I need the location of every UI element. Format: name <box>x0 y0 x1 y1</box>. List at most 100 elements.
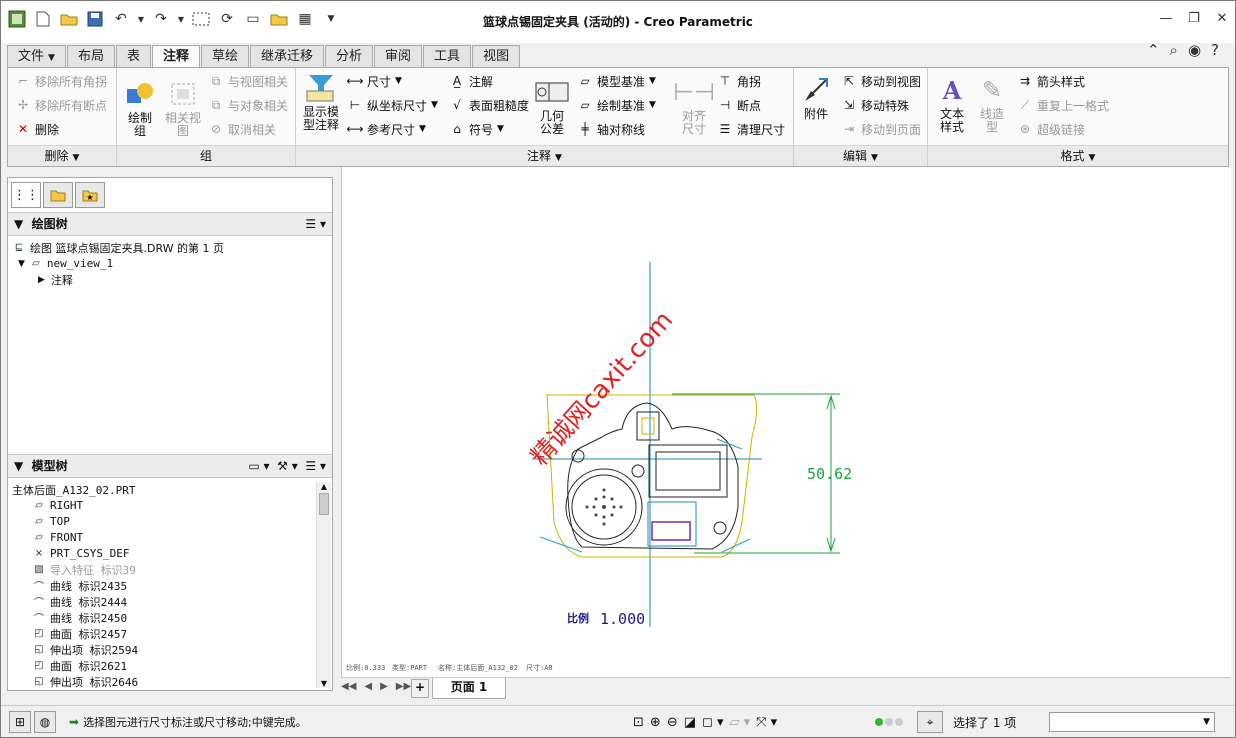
gtol-button[interactable]: 几何 公差 <box>532 76 572 136</box>
tab-tools[interactable]: 工具 <box>423 45 472 67</box>
group-edit-footer[interactable]: 编辑 ▼ <box>794 145 928 166</box>
refit-icon[interactable]: ⊡ <box>633 715 644 730</box>
help-icon[interactable]: ? <box>1211 41 1219 59</box>
tab-analysis[interactable]: 分析 <box>325 45 374 67</box>
model-tree-item[interactable]: ◰ 曲面 标识2457 <box>32 626 127 641</box>
group-delete-footer[interactable]: 删除 ▼ <box>8 145 117 166</box>
attach-button[interactable]: 附件 <box>798 74 834 121</box>
model-datum-button[interactable]: ▱ 模型基准 ▼ <box>576 70 656 92</box>
group-format-footer[interactable]: 格式 ▼ <box>928 145 1228 166</box>
annotation-display-icon[interactable]: ⤧ ▾ <box>756 715 777 730</box>
minimize-icon[interactable]: — <box>1159 11 1173 26</box>
dimension-button[interactable]: ⟷ 尺寸 ▼ <box>346 70 402 92</box>
zoom-out-icon[interactable]: ⊖ <box>667 715 678 730</box>
folder-browser-tab-icon[interactable] <box>43 182 73 208</box>
model-tree-item[interactable]: ▱ TOP <box>32 514 70 529</box>
model-tree-item[interactable]: ◰ 曲面 标识2621 <box>32 658 127 673</box>
selection-filter-button[interactable]: ⌖ <box>917 710 946 734</box>
model-tree-item[interactable]: ▱ FRONT <box>32 530 83 545</box>
annotation-item[interactable]: ▶ 注释 <box>38 272 73 287</box>
model-tree-tab-icon[interactable]: ⋮⋮ <box>11 182 41 208</box>
tree-settings-icon[interactable]: ☰ ▾ <box>305 213 326 235</box>
tab-annotate[interactable]: 注释 <box>151 45 200 68</box>
delete-button[interactable]: ✕ 删除 <box>14 118 59 140</box>
model-tree-item[interactable]: 主体后面_A132_02.PRT <box>12 482 135 497</box>
move-special-button[interactable]: ⇲ 移动特殊 <box>840 94 909 116</box>
last-page-icon[interactable]: ▶▶ <box>396 681 411 692</box>
next-page-icon[interactable]: ▶ <box>380 681 388 692</box>
tab-sketch[interactable]: 草绘 <box>200 45 249 67</box>
model-tree-item[interactable]: ▧ 导入特征 标识39 <box>32 562 136 577</box>
drawing-tree-header[interactable]: ▼ 绘图树 ☰ ▾ <box>8 212 332 236</box>
hyperlink-button[interactable]: ⊛ 超级链接 <box>1016 118 1085 140</box>
model-tree-item[interactable]: ▱ RIGHT <box>32 498 83 513</box>
close-icon[interactable]: ✕ <box>1215 11 1229 26</box>
model-tree-item[interactable]: ◱ 伸出项 标识2594 <box>32 642 138 657</box>
expand-icon[interactable]: ▶ <box>38 275 45 285</box>
model-tree-item[interactable]: ⌒ 曲线 标识2435 <box>32 578 127 594</box>
axis-symmetry-button[interactable]: ╪ 轴对称线 <box>576 118 645 140</box>
tab-view[interactable]: 视图 <box>472 45 521 67</box>
collapse-icon[interactable]: ▼ <box>14 459 23 473</box>
drawing-page-item[interactable]: ⊑ 绘图 篮球点锡固定夹具.DRW 的第 1 页 <box>12 240 224 255</box>
symbol-button[interactable]: ⌂ 符号 ▼ <box>448 118 504 140</box>
page-tab[interactable]: 页面 1 <box>432 678 506 699</box>
expand-icon[interactable]: ▼ <box>18 259 25 269</box>
display-style-icon[interactable]: ◻ ▾ <box>702 715 723 730</box>
scroll-thumb[interactable] <box>319 493 329 515</box>
favorites-tab-icon[interactable]: ★ <box>75 182 105 208</box>
model-tree-item[interactable]: ⌒ 曲线 标识2444 <box>32 594 127 610</box>
tab-file[interactable]: 文件 ▼ <box>7 45 66 67</box>
zoom-in-icon[interactable]: ⊕ <box>650 715 661 730</box>
drawing-canvas[interactable]: 50.62 比例 1.000 精诚网caxit.com 比例:0.333 类型:… <box>341 167 1231 677</box>
prev-page-icon[interactable]: ◀ <box>364 681 372 692</box>
note-button[interactable]: A̲ 注解 <box>448 70 493 92</box>
model-tree-header[interactable]: ▼ 模型树 ▭ ▾ ⚒ ▾ ☰ ▾ <box>8 454 332 478</box>
cancel-related-button[interactable]: ⊘ 取消相关 <box>207 118 276 140</box>
remove-all-breaks-button[interactable]: ✢ 移除所有断点 <box>14 94 107 116</box>
move-to-view-button[interactable]: ⇱ 移动到视图 <box>840 70 921 92</box>
ordinate-dimension-button[interactable]: ⊢ 纵坐标尺寸 ▼ <box>346 94 438 116</box>
toggle-browser-icon[interactable]: ◍ <box>34 711 56 733</box>
group-annotate-footer[interactable]: 注释 ▼ <box>296 145 794 166</box>
view-related-button[interactable]: ⧉ 与视图相关 <box>207 70 288 92</box>
search-icon[interactable]: ⌕ <box>1170 41 1178 59</box>
show-model-annotations-button[interactable]: 显示模 型注释 <box>300 72 342 132</box>
tab-review[interactable]: 审阅 <box>374 45 423 67</box>
move-to-page-button[interactable]: ⇥ 移动到页面 <box>840 118 921 140</box>
sketch-display-icon[interactable]: ▱ ▾ <box>729 715 750 730</box>
related-view-button[interactable]: 相关视 图 <box>163 78 203 138</box>
jog-button[interactable]: ⊤ 角拐 <box>716 70 761 92</box>
filter-dropdown[interactable]: ▼ <box>1049 712 1215 732</box>
first-page-icon[interactable]: ◀◀ <box>341 681 356 692</box>
text-style-button[interactable]: A 文本 样式 <box>932 74 972 134</box>
reference-dimension-button[interactable]: ⟷ 参考尺寸 ▼ <box>346 118 426 140</box>
remove-all-angles-button[interactable]: ⌐ 移除所有角拐 <box>14 70 107 92</box>
tab-layout[interactable]: 布局 <box>66 45 115 67</box>
break-button[interactable]: ⊣ 断点 <box>716 94 761 116</box>
align-dimension-button[interactable]: ⊢⊣ 对齐 尺寸 <box>673 76 715 136</box>
add-page-button[interactable]: + <box>411 679 429 698</box>
maximize-icon[interactable]: ❐ <box>1187 11 1201 26</box>
draw-datum-button[interactable]: ▱ 绘制基准 ▼ <box>576 94 656 116</box>
tab-legacy-migration[interactable]: 继承迁移 <box>250 45 325 67</box>
view-item[interactable]: ▼ ▱ new_view_1 <box>18 256 113 271</box>
draw-group-button[interactable]: 绘制 组 <box>121 78 159 138</box>
model-tree-item[interactable]: ⨯ PRT_CSYS_DEF <box>32 546 130 561</box>
toggle-navigator-icon[interactable]: ⊞ <box>9 711 31 733</box>
tab-table[interactable]: 表 <box>115 45 151 67</box>
minimize-ribbon-icon[interactable]: ⌃ <box>1147 41 1160 59</box>
model-tree-item[interactable]: ⌒ 曲线 标识2450 <box>32 610 127 626</box>
arrow-style-button[interactable]: ⇉ 箭头样式 <box>1016 70 1085 92</box>
model-tree-scrollbar[interactable]: ▲ ▼ <box>316 482 331 688</box>
community-icon[interactable]: ◉ <box>1188 41 1201 59</box>
surface-finish-button[interactable]: √ 表面粗糙度 <box>448 94 529 116</box>
model-tree-item[interactable]: ◱ 伸出项 标识2646 <box>32 674 138 689</box>
cleanup-dimension-button[interactable]: ☰ 清理尺寸 <box>716 118 785 140</box>
line-style-button[interactable]: ✎ 线造 型 <box>974 74 1010 134</box>
object-related-button[interactable]: ⧉ 与对象相关 <box>207 94 288 116</box>
binoculars-icon[interactable]: ⌖ <box>917 711 943 733</box>
dimension-value[interactable]: 50.62 <box>807 465 852 483</box>
collapse-icon[interactable]: ▼ <box>14 217 23 231</box>
repaint-icon[interactable]: ◪ <box>684 715 696 730</box>
